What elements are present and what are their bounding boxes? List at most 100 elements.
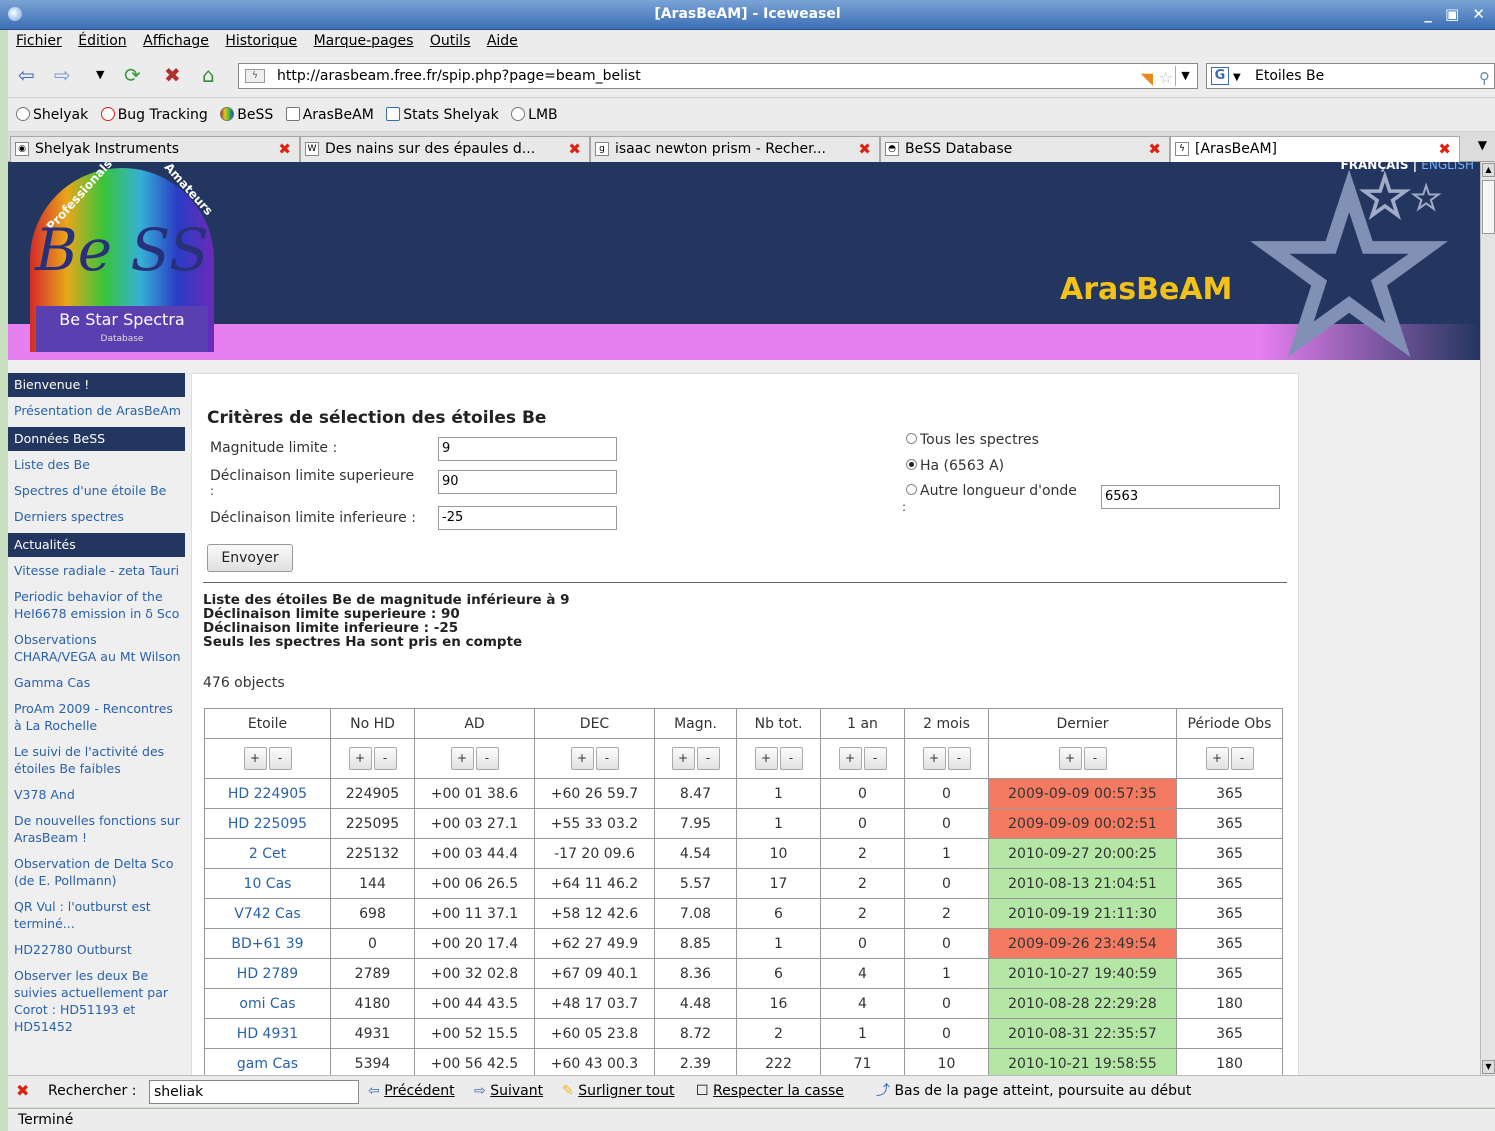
sort-ascending-button[interactable]: + [570,747,594,770]
sidebar-news-item[interactable]: V378 And [8,785,185,805]
sidebar-news-item[interactable]: Periodic behavior of the HeI6678 emissio… [8,587,185,624]
tab-close-icon[interactable]: ✖ [1148,137,1161,161]
history-dropdown-icon[interactable]: ▼ [96,64,104,86]
bookmark-star-icon[interactable]: ☆ [1159,66,1173,90]
sort-descending-button[interactable]: - [1230,747,1254,770]
vertical-scrollbar[interactable]: ▲ ▼ [1480,162,1495,1075]
submit-button[interactable]: Envoyer [207,544,293,572]
close-find-icon[interactable]: ✖ [16,1076,29,1106]
rss-feed-icon[interactable]: ◥ [1141,67,1153,91]
cell-etoile[interactable]: 10 Cas [204,868,331,899]
bookmark-arasbeam[interactable]: ArasBeAM [285,98,374,132]
sort-descending-button[interactable]: - [595,747,619,770]
search-icon[interactable]: ⚲ [1479,66,1490,90]
radio-all-spectra[interactable]: Tous les spectres [906,432,1039,448]
tab-isaac-newton[interactable]: g isaac newton prism - Recher... ✖ [590,136,880,162]
sort-descending-button[interactable]: - [947,747,971,770]
cell-etoile[interactable]: BD+61 39 [204,928,331,959]
bookmark-bess[interactable]: BeSS [220,98,273,132]
cell-etoile[interactable]: HD 4931 [204,1018,331,1049]
bookmark-lmb[interactable]: LMB [511,98,558,132]
menu-outils[interactable]: Outils [430,33,470,49]
cell-etoile[interactable]: V742 Cas [204,898,331,929]
sidebar-link-derniers-spectres[interactable]: Derniers spectres [8,507,185,527]
match-case-checkbox[interactable]: ☐ Respecter la casse [696,1076,844,1106]
cell-etoile[interactable]: HD 225095 [204,808,331,839]
sidebar-link-spectres-etoile[interactable]: Spectres d'une étoile Be [8,481,185,501]
url-dropdown-icon[interactable]: ▼ [1175,66,1195,86]
menu-affichage[interactable]: Affichage [143,33,209,49]
find-next-button[interactable]: ⇨ Suivant [474,1076,543,1106]
menu-aide[interactable]: Aide [487,33,518,49]
dec-sup-input[interactable]: 90 [438,470,617,494]
dec-inf-input[interactable]: -25 [438,506,617,530]
menu-historique[interactable]: Historique [225,33,297,49]
sidebar-news-item[interactable]: Vitesse radiale - zeta Tauri [8,561,185,581]
sort-ascending-button[interactable]: + [1205,747,1229,770]
sidebar-link-liste-be[interactable]: Liste des Be [8,455,185,475]
home-icon[interactable]: ⌂ [202,64,215,86]
sort-ascending-button[interactable]: + [754,747,778,770]
sort-ascending-button[interactable]: + [243,747,267,770]
tab-close-icon[interactable]: ✖ [568,137,581,161]
mag-limit-input[interactable]: 9 [438,437,617,461]
sidebar-news-item[interactable]: De nouvelles fonctions sur ArasBeam ! [8,811,185,848]
tab-list-icon[interactable]: ▼ [1478,138,1487,152]
sort-ascending-button[interactable]: + [1058,747,1082,770]
tab-shelyak-instruments[interactable]: ◉ Shelyak Instruments ✖ [10,136,300,162]
sort-ascending-button[interactable]: + [450,747,474,770]
sidebar-news-item[interactable]: Observations CHARA/VEGA au Mt Wilson [8,630,185,667]
sidebar-news-item[interactable]: ProAm 2009 - Rencontres à La Rochelle [8,699,185,736]
stop-icon[interactable]: ✖ [164,64,181,86]
sort-descending-button[interactable]: - [475,747,499,770]
scroll-down-icon[interactable]: ▼ [1482,1060,1495,1074]
sort-descending-button[interactable]: - [268,747,292,770]
tab-close-icon[interactable]: ✖ [1438,137,1451,161]
url-bar[interactable]: ϟ http://arasbeam.free.fr/spip.php?page=… [238,63,1198,89]
tab-arasbeam[interactable]: ϟ [ArasBeAM] ✖ [1170,136,1460,163]
find-input[interactable]: sheliak [149,1080,359,1104]
sort-descending-button[interactable]: - [1083,747,1107,770]
radio-other-wavelength[interactable]: Autre longueur d'onde [906,483,1077,499]
search-engine-icon[interactable]: G [1211,67,1229,85]
bookmark-bug-tracking[interactable]: Bug Tracking [100,98,208,132]
reload-icon[interactable]: ⟳ [124,64,141,86]
cell-etoile[interactable]: 2 Cet [204,838,331,869]
sort-descending-button[interactable]: - [373,747,397,770]
tab-close-icon[interactable]: ✖ [858,137,871,161]
cell-etoile[interactable]: gam Cas [204,1048,331,1075]
wavelength-input[interactable]: 6563 [1101,485,1280,509]
sidebar-news-item[interactable]: Observation de Delta Sco (de E. Pollmann… [8,854,185,891]
sidebar-news-item[interactable]: Le suivi de l'activité des étoiles Be fa… [8,742,185,779]
sidebar-news-item[interactable]: Gamma Cas [8,673,185,693]
bess-logo[interactable]: Professionals Amateurs Be SS Be Star Spe… [26,162,218,352]
lang-francais[interactable]: FRANÇAIS [1341,162,1409,172]
tab-close-icon[interactable]: ✖ [278,137,291,161]
back-icon[interactable]: ⇦ [18,64,35,86]
sidebar-news-item[interactable]: HD22780 Outburst [8,940,185,960]
sidebar-news-item[interactable]: QR Vul : l'outburst est terminé... [8,897,185,934]
highlight-all-button[interactable]: ✎ Surligner tout [562,1076,674,1106]
radio-ha[interactable]: Ha (6563 A) [906,458,1004,474]
sort-ascending-button[interactable]: + [348,747,372,770]
sidebar-link-presentation[interactable]: Présentation de ArasBeAm [8,401,185,421]
sort-ascending-button[interactable]: + [671,747,695,770]
sort-descending-button[interactable]: - [863,747,887,770]
menu-marque-pages[interactable]: Marque-pages [314,33,414,49]
bookmark-stats-shelyak[interactable]: Stats Shelyak [386,98,499,132]
window-controls[interactable]: _ ▣ ✕ [1424,0,1489,28]
tab-des-nains[interactable]: W Des nains sur des épaules d... ✖ [300,136,590,162]
cell-etoile[interactable]: omi Cas [204,988,331,1019]
bookmark-shelyak[interactable]: Shelyak [16,98,88,132]
cell-etoile[interactable]: HD 2789 [204,958,331,989]
cell-etoile[interactable]: HD 224905 [204,778,331,809]
menu-edition[interactable]: Édition [78,33,126,49]
scroll-up-icon[interactable]: ▲ [1482,163,1495,177]
search-bar[interactable]: G ▼ Etoiles Be ⚲ [1206,63,1495,89]
sort-ascending-button[interactable]: + [922,747,946,770]
sort-descending-button[interactable]: - [779,747,803,770]
scroll-thumb[interactable] [1482,180,1495,234]
sort-descending-button[interactable]: - [696,747,720,770]
search-input[interactable]: Etoiles Be [1255,68,1324,84]
sidebar-news-item[interactable]: Observer les deux Be suivies actuellemen… [8,966,185,1037]
